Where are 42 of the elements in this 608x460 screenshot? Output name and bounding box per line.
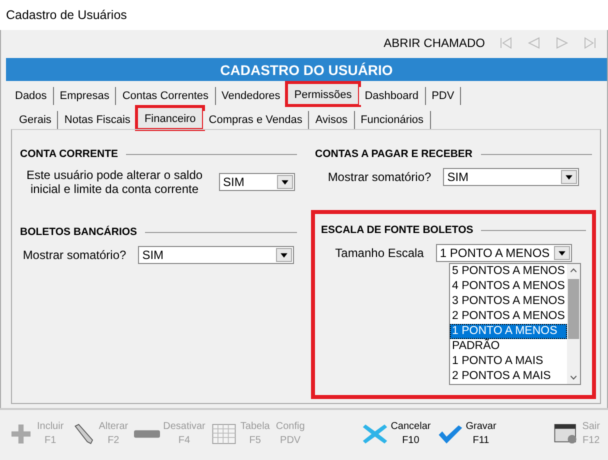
tab[interactable]: Dashboard (358, 87, 426, 105)
window-icon (553, 422, 580, 446)
field-label: Este usuário pode alterar o saldo inicial e limite da conta corrente (25, 168, 204, 196)
minus-icon (134, 430, 160, 438)
scrollbar[interactable] (566, 264, 580, 384)
toolbar-button[interactable]: Gravar F11 (434, 420, 498, 448)
dropdown-option[interactable]: 1 PONTO A MENOS (450, 324, 567, 339)
toolbar-button[interactable]: Cancelar F10 (360, 420, 433, 448)
dropdown[interactable]: 1 PONTO A MENOS (436, 244, 572, 262)
dropdown[interactable]: SIM (219, 173, 295, 191)
nav-arrow-icon[interactable] (583, 37, 597, 49)
dropdown-option[interactable]: 3 PONTOS A MENOS (450, 294, 567, 309)
nav-arrow-icon[interactable] (527, 37, 541, 49)
dropdown-option[interactable]: 4 PONTOS A MENOS (450, 279, 567, 294)
section-title: CONTA CORRENTE (20, 148, 118, 160)
caret-icon[interactable] (554, 246, 570, 260)
tab[interactable]: Financeiro (137, 107, 203, 129)
dropdown-option[interactable]: 5 PONTOS A MENOS (450, 264, 567, 279)
open-ticket-link[interactable]: ABRIR CHAMADO (384, 36, 485, 50)
cross-icon (362, 422, 388, 446)
nav-arrow-icon[interactable] (555, 37, 569, 49)
dropdown-option[interactable]: PADRÃO (450, 339, 567, 354)
section-title: BOLETOS BANCÁRIOS (20, 226, 138, 238)
nav-arrow-icon[interactable] (499, 37, 513, 49)
header-title: CADASTRO DO USUÁRIO (6, 58, 607, 81)
field-label: Mostrar somatório? (22, 248, 126, 262)
caret-icon[interactable] (561, 170, 578, 184)
tab[interactable]: Permissões (287, 83, 359, 105)
dropdown-option[interactable]: 1 PONTO A MAIS (450, 354, 567, 369)
window-title: Cadastro de Usuários (0, 0, 608, 30)
field-label: Tamanho Escala (335, 246, 424, 260)
dropdown[interactable]: SIM (443, 168, 580, 186)
section-title: CONTAS A PAGAR E RECEBER (315, 148, 473, 160)
dropdown-option[interactable]: 2 PONTOS A MAIS (450, 369, 567, 384)
dropdown-option[interactable]: 2 PONTOS A MENOS (450, 309, 567, 324)
caret-icon[interactable] (277, 175, 293, 189)
field-label: Mostrar somatório? (328, 170, 432, 184)
tab[interactable]: Compras e Vendas (202, 111, 310, 129)
section-title: ESCALA DE FONTE BOLETOS (321, 224, 474, 236)
calendar-icon (211, 422, 238, 446)
caret-icon[interactable] (276, 248, 292, 262)
dropdown[interactable]: SIM (138, 246, 294, 264)
